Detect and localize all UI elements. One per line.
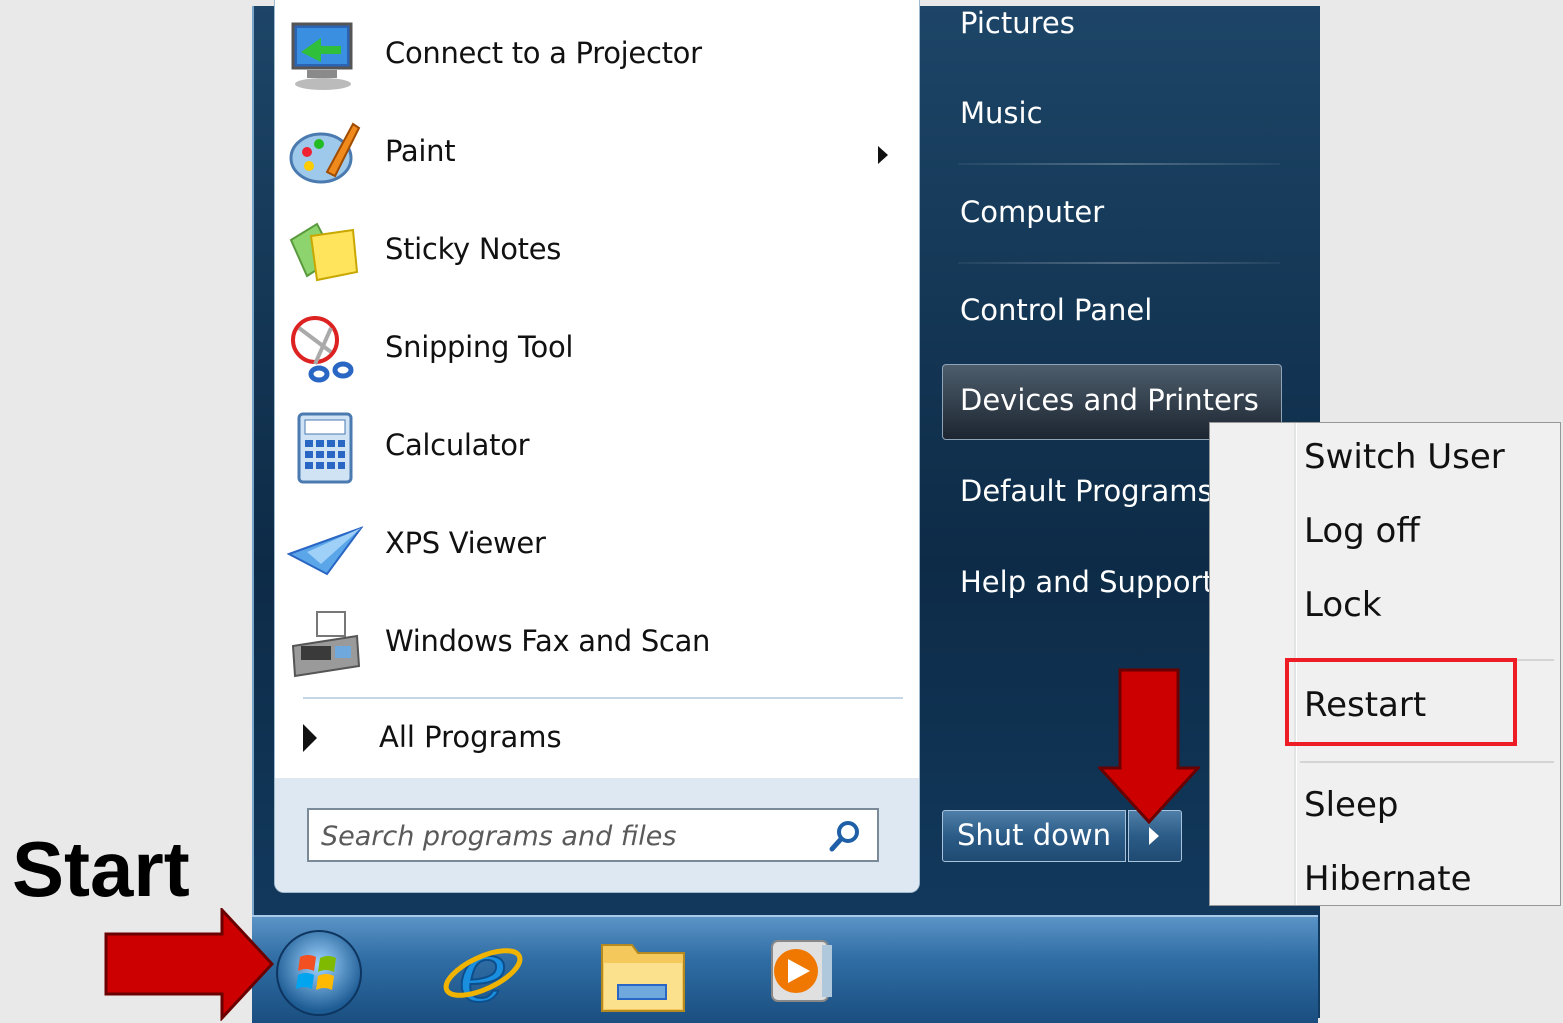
sticky-notes-icon [289,222,359,282]
fax-icon [291,611,361,678]
restart-highlight-box [1285,658,1517,746]
paint-palette-icon [289,122,361,184]
right-item-pictures[interactable]: Pictures [960,6,1075,40]
program-connect-to-projector[interactable]: Connect to a Projector [275,6,915,104]
separator [1300,761,1554,763]
chevron-right-icon [1149,827,1159,845]
menu-item-lock[interactable]: Lock [1304,585,1382,625]
windows-explorer-folder-icon[interactable] [598,927,688,1017]
program-label: Windows Fax and Scan [385,624,711,658]
program-paint[interactable]: Paint [275,104,915,202]
paper-plane-icon [287,526,363,576]
right-item-music[interactable]: Music [960,96,1043,130]
program-windows-fax-and-scan[interactable]: Windows Fax and Scan [275,594,915,692]
program-snipping-tool[interactable]: Snipping Tool [275,300,915,398]
program-label: XPS Viewer [385,526,546,560]
search-input[interactable] [319,816,813,856]
media-player-icon[interactable] [758,927,848,1017]
separator [958,262,1280,264]
program-xps-viewer[interactable]: XPS Viewer [275,496,915,594]
program-label: Calculator [385,428,530,462]
start-menu-programs-pane: Connect to a Projector Paint Sticky Note… [274,0,920,893]
separator [303,697,903,699]
taskbar: e [252,915,1318,1023]
right-item-help-and-support[interactable]: Help and Support [960,565,1214,599]
shut-down-label: Shut down [956,818,1111,852]
search-box[interactable] [307,808,879,862]
menu-item-hibernate[interactable]: Hibernate [1304,859,1472,899]
program-sticky-notes[interactable]: Sticky Notes [275,202,915,300]
all-programs-button[interactable]: All Programs [295,710,895,766]
program-label: Paint [385,134,456,168]
menu-item-switch-user[interactable]: Switch User [1304,437,1505,477]
search-area [275,778,919,892]
all-programs-label: All Programs [379,720,562,754]
separator [958,163,1280,165]
calculator-icon [297,412,353,484]
search-icon[interactable] [827,818,863,854]
submenu-arrow-icon[interactable] [878,146,888,164]
program-calculator[interactable]: Calculator [275,398,915,496]
right-item-default-programs[interactable]: Default Programs [960,474,1213,508]
projector-icon [291,22,353,90]
expand-arrow-icon [303,724,317,752]
right-item-control-panel[interactable]: Control Panel [960,293,1152,327]
program-label: Snipping Tool [385,330,574,364]
program-label: Sticky Notes [385,232,562,266]
windows-start-orb-icon[interactable] [274,927,364,1017]
red-arrow-down-icon [1098,668,1200,824]
menu-item-log-off[interactable]: Log off [1304,511,1420,551]
right-item-computer[interactable]: Computer [960,195,1104,229]
internet-explorer-icon[interactable]: e [438,927,528,1017]
svg-text:e: e [458,927,508,1017]
start-annotation-label: Start [12,825,190,913]
program-label: Connect to a Projector [385,36,702,70]
scissors-icon [291,316,354,383]
menu-item-sleep[interactable]: Sleep [1304,785,1398,825]
red-arrow-right-icon [104,908,274,1021]
right-item-devices-and-printers[interactable]: Devices and Printers [960,383,1259,417]
